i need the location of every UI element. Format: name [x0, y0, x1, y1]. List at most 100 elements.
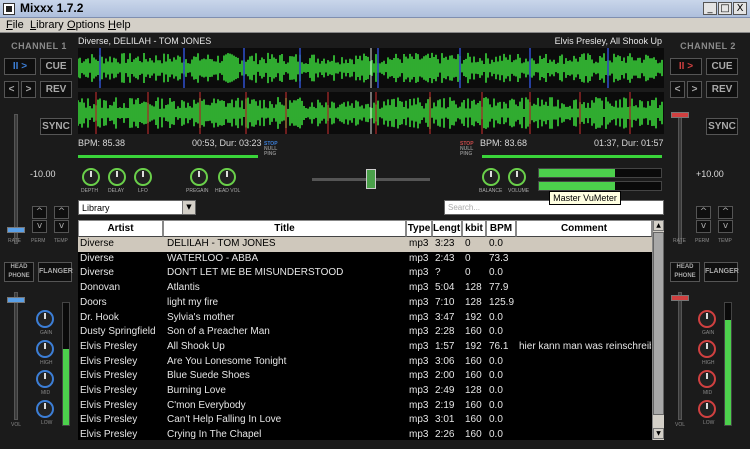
deck2-waveform[interactable] — [78, 92, 664, 134]
column-header-length[interactable]: Length — [432, 220, 462, 237]
table-row[interactable]: Elvis Presley All Shook Up mp3 1:57 192 76.1 h… — [78, 340, 653, 355]
headphone-volume-knob[interactable] — [218, 168, 236, 186]
ch1-temp-up-button[interactable]: ^ — [54, 206, 69, 219]
cell-length: 3:06 — [435, 355, 455, 367]
cell-title: Crying In The Chapel — [167, 429, 262, 440]
menu-help[interactable]: Help — [108, 19, 131, 31]
ch2-high-knob[interactable] — [698, 340, 716, 358]
ch1-mid-knob[interactable] — [36, 370, 54, 388]
ch1-reverse-button[interactable]: REV — [40, 81, 72, 98]
overview-strips[interactable] — [78, 152, 664, 162]
ch2-rate-slider-track[interactable] — [678, 114, 682, 244]
table-row[interactable]: Diverse DELILAH - TOM JONES mp3 3:23 0 0.0 — [78, 237, 653, 252]
ch1-cue-button[interactable]: CUE — [40, 58, 72, 75]
table-row[interactable]: Elvis Presley Are You Lonesome Tonight mp3… — [78, 355, 653, 370]
ch1-temp-down-button[interactable]: v — [54, 220, 69, 233]
ch2-back-button[interactable]: < — [670, 81, 685, 98]
ch1-gain-knob[interactable] — [36, 310, 54, 328]
cell-type: mp3 — [409, 282, 429, 294]
column-header-bpm[interactable]: BPM — [486, 220, 516, 237]
column-header-comment[interactable]: Comment — [516, 220, 652, 237]
master-volume-knob[interactable] — [508, 168, 526, 186]
ch1-back-button[interactable]: < — [4, 81, 19, 98]
cell-bpm: 0.0 — [489, 429, 503, 440]
cell-length: 3:47 — [435, 311, 455, 323]
ch2-cue-button[interactable]: CUE — [706, 58, 738, 75]
ch2-sync-button[interactable]: SYNC — [706, 118, 738, 135]
ch1-sync-button[interactable]: SYNC — [40, 118, 72, 135]
ch1-low-knob[interactable] — [36, 400, 54, 418]
scroll-down-icon[interactable]: ▼ — [653, 428, 664, 439]
cell-bpm: 73.3 — [489, 252, 509, 264]
table-row[interactable]: Dr. Hook Sylvia's mother mp3 3:47 192 0.0 — [78, 311, 653, 326]
deck1-waveform[interactable] — [78, 48, 664, 88]
ch2-volume-slider-handle[interactable] — [671, 295, 689, 301]
ch2-volume-slider-track[interactable] — [678, 292, 682, 420]
column-header-kbit[interactable]: kbit — [462, 220, 486, 237]
ch1-perm-down-button[interactable]: v — [32, 220, 47, 233]
table-row[interactable]: Elvis Presley Burning Love mp3 2:49 128 0.0 — [78, 384, 653, 399]
ch1-volume-slider-track[interactable] — [14, 292, 18, 420]
table-row[interactable]: Dusty Springfield Son of a Preacher Man mp… — [78, 325, 653, 340]
table-row[interactable]: Donovan Atlantis mp3 5:04 128 77.9 — [78, 281, 653, 296]
pregain-knob[interactable] — [190, 168, 208, 186]
menu-file[interactable]: File — [6, 19, 24, 31]
flanger-delay-knob[interactable] — [108, 168, 126, 186]
menu-options[interactable]: Options — [67, 19, 105, 31]
column-header-title[interactable]: Title — [163, 220, 406, 237]
crossfader-handle[interactable] — [366, 169, 376, 189]
ch1-play-button[interactable]: II > — [4, 58, 36, 75]
ch1-flanger-button[interactable]: FLANGER — [38, 262, 73, 282]
balance-knob[interactable] — [482, 168, 500, 186]
scrollbar-thumb[interactable] — [653, 232, 664, 415]
table-row[interactable]: Elvis Presley Can't Help Falling In Love m… — [78, 413, 653, 428]
ch2-gain-knob[interactable] — [698, 310, 716, 328]
table-row[interactable]: Diverse WATERLOO - ABBA mp3 2:43 0 73.3 — [78, 252, 653, 267]
ch2-temp-down-button[interactable]: v — [718, 220, 733, 233]
library-selector[interactable]: Library ▼ — [78, 200, 196, 215]
pregain-label: PREGAIN — [186, 188, 209, 194]
ch2-temp-label: TEMP — [718, 238, 732, 244]
cell-length: 2:28 — [435, 326, 455, 338]
flanger-lfo-knob[interactable] — [134, 168, 152, 186]
menu-library[interactable]: Library — [30, 19, 64, 31]
ch2-forward-button[interactable]: > — [687, 81, 702, 98]
ch2-temp-up-button[interactable]: ^ — [718, 206, 733, 219]
table-row[interactable]: Doors light my fire mp3 7:10 128 125.9 — [78, 296, 653, 311]
table-row[interactable]: Elvis Presley Blue Suede Shoes mp3 2:00 160 0… — [78, 369, 653, 384]
scroll-up-icon[interactable]: ▲ — [653, 220, 664, 231]
column-header-artist[interactable]: Artist — [78, 220, 163, 237]
table-row[interactable]: Elvis Presley Crying In The Chapel mp3 2:26… — [78, 428, 653, 440]
ch1-rate-slider-track[interactable] — [14, 114, 18, 244]
deck1-time: 00:53, Dur: 03:23 — [192, 138, 262, 148]
ch2-perm-up-button[interactable]: ^ — [696, 206, 711, 219]
library-scrollbar[interactable]: ▲ ▼ — [652, 220, 664, 440]
ch1-perm-up-button[interactable]: ^ — [32, 206, 47, 219]
ch2-play-button[interactable]: II > — [670, 58, 702, 75]
ch2-low-knob[interactable] — [698, 400, 716, 418]
cell-type: mp3 — [409, 370, 429, 382]
chevron-down-icon[interactable]: ▼ — [182, 201, 195, 214]
flanger-depth-knob[interactable] — [82, 168, 100, 186]
ch1-high-knob[interactable] — [36, 340, 54, 358]
balance-label: BALANCE — [479, 188, 503, 194]
ch2-mid-knob[interactable] — [698, 370, 716, 388]
ch1-forward-button[interactable]: > — [21, 81, 36, 98]
ch1-rate-slider-handle[interactable] — [7, 227, 25, 233]
cell-length: 7:10 — [435, 296, 455, 308]
ch2-reverse-button[interactable]: REV — [706, 81, 738, 98]
ch2-flanger-button[interactable]: FLANGER — [704, 262, 739, 282]
cell-type: mp3 — [409, 340, 429, 352]
close-button[interactable]: X — [733, 2, 747, 15]
table-row[interactable]: Diverse DON'T LET ME BE MISUNDERSTOOD mp3?… — [78, 266, 653, 281]
minimize-button[interactable]: _ — [703, 2, 717, 15]
ch1-volume-slider-handle[interactable] — [7, 297, 25, 303]
ch2-rate-slider-handle[interactable] — [671, 112, 689, 118]
ch2-headphone-button[interactable]: HEAD PHONE — [670, 262, 700, 282]
column-header-type[interactable]: Type — [406, 220, 432, 237]
maximize-button[interactable]: □ — [718, 2, 732, 15]
table-row[interactable]: Elvis Presley C'mon Everybody mp3 2:19 160 0.… — [78, 399, 653, 414]
channel-1-label: CHANNEL 1 — [11, 41, 67, 51]
ch1-headphone-button[interactable]: HEAD PHONE — [4, 262, 34, 282]
ch2-perm-down-button[interactable]: v — [696, 220, 711, 233]
